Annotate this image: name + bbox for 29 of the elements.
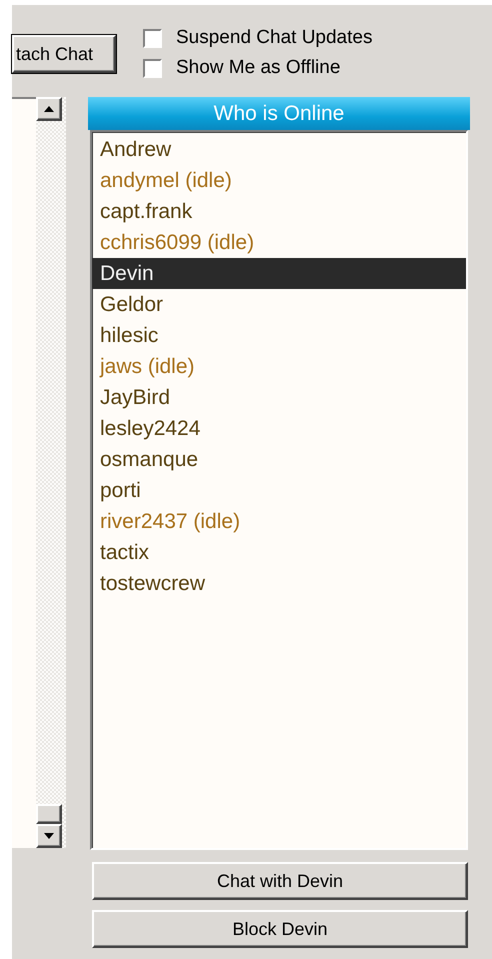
detach-chat-button[interactable]: tach Chat (12, 35, 116, 73)
user-list-item[interactable]: lesley2424 (92, 413, 466, 444)
user-list-item[interactable]: cchris6099 (idle) (92, 227, 466, 258)
checkbox[interactable] (143, 28, 162, 48)
user-list-item[interactable]: jaws (idle) (92, 351, 466, 382)
user-list-item[interactable]: hilesic (92, 320, 466, 351)
scroll-up-button[interactable] (36, 97, 62, 121)
action-button[interactable]: Block Devin (92, 910, 468, 948)
down-arrow-icon (44, 833, 54, 839)
user-list-item[interactable]: Geldor (92, 289, 466, 320)
up-arrow-icon (44, 106, 54, 112)
user-list-item[interactable]: JayBird (92, 382, 466, 413)
user-list-item[interactable]: andymel (idle) (92, 165, 466, 196)
scroll-down-button[interactable] (36, 824, 62, 848)
user-list-item[interactable]: Andrew (92, 134, 466, 165)
checkbox-label[interactable]: Suspend Chat Updates (176, 27, 372, 49)
checkbox-label[interactable]: Show Me as Offline (176, 57, 340, 79)
list-header: Who is Online (88, 97, 470, 130)
user-list-item[interactable]: Devin (92, 258, 466, 289)
user-list-item[interactable]: tactix (92, 537, 466, 568)
user-list-item[interactable]: river2437 (idle) (92, 506, 466, 537)
user-list-item[interactable]: tostewcrew (92, 568, 466, 599)
scroll-thumb[interactable] (36, 804, 62, 824)
action-button[interactable]: Chat with Devin (92, 862, 468, 900)
user-list-item[interactable]: osmanque (92, 444, 466, 475)
checkbox[interactable] (143, 58, 162, 78)
user-list-item[interactable]: porti (92, 475, 466, 506)
scrollbar[interactable] (36, 97, 66, 848)
user-list-item[interactable]: capt.frank (92, 196, 466, 227)
